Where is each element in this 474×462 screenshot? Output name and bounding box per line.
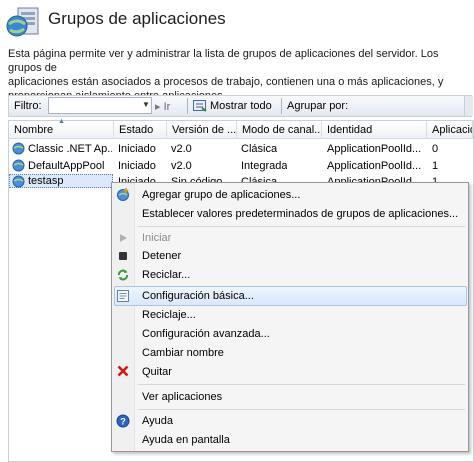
menu-item-rename[interactable]: Cambiar nombre bbox=[142, 345, 224, 361]
column-header-version[interactable]: Versión de ... bbox=[167, 121, 237, 139]
menu-separator bbox=[138, 409, 465, 410]
menu-item-help[interactable]: Ayuda bbox=[142, 413, 173, 429]
page-title: Grupos de aplicaciones bbox=[48, 9, 226, 28]
row-version: v2.0 bbox=[171, 143, 192, 155]
go-arrow-icon: ▸ bbox=[155, 101, 161, 113]
menu-separator bbox=[138, 384, 465, 385]
show-all-button[interactable]: Mostrar todo bbox=[193, 97, 272, 115]
column-header-modo[interactable]: Modo de canal... bbox=[237, 121, 322, 139]
context-menu-icon-gutter bbox=[112, 183, 135, 451]
show-all-label: Mostrar todo bbox=[210, 100, 272, 112]
row-identity: ApplicationPoolId... bbox=[327, 176, 422, 182]
row-identity: ApplicationPoolId... bbox=[327, 160, 422, 172]
row-status: Iniciado bbox=[118, 176, 156, 182]
column-header-aplicaciones[interactable]: Aplicaciones bbox=[427, 121, 473, 139]
add-pool-icon bbox=[117, 188, 129, 201]
filter-label: Filtro: bbox=[14, 100, 42, 112]
recycle-icon bbox=[118, 269, 128, 281]
row-apps-count: 1 bbox=[432, 160, 439, 172]
remove-x-icon bbox=[117, 365, 129, 377]
column-header-identidad[interactable]: Identidad bbox=[322, 121, 427, 139]
row-mode: Clásica bbox=[241, 143, 278, 155]
description-line: Esta página permite ver y administrar la… bbox=[8, 48, 439, 74]
row-apps-count: 1 bbox=[432, 176, 439, 182]
column-header-estado[interactable]: Estado bbox=[114, 121, 167, 139]
menu-item-advanced-settings[interactable]: Configuración avanzada... bbox=[142, 326, 270, 342]
menu-separator bbox=[138, 226, 465, 227]
menu-item-online-help[interactable]: Ayuda en pantalla bbox=[142, 432, 230, 448]
row-name[interactable]: testasp bbox=[28, 174, 108, 188]
app-pool-icon bbox=[12, 159, 25, 172]
menu-item-basic-settings[interactable]: Configuración básica... bbox=[142, 288, 254, 304]
row-version: v2.0 bbox=[171, 160, 192, 172]
menu-item-start[interactable]: Iniciar bbox=[142, 230, 171, 246]
menu-item-stop[interactable]: Detener bbox=[142, 248, 181, 264]
menu-item-set-defaults[interactable]: Establecer valores predeterminados de gr… bbox=[142, 206, 458, 222]
row-mode: Clásica bbox=[241, 176, 278, 182]
row-status: Iniciado bbox=[118, 143, 156, 155]
row-version: Sin código... bbox=[171, 176, 232, 182]
row-apps-count: 0 bbox=[432, 143, 439, 155]
toolbar-overflow[interactable] bbox=[464, 96, 473, 116]
row-mode: Integrada bbox=[241, 160, 288, 172]
filter-input[interactable] bbox=[48, 97, 152, 114]
play-icon bbox=[120, 234, 127, 242]
help-icon: ? bbox=[116, 414, 130, 428]
row-identity: ApplicationPoolId... bbox=[327, 143, 422, 155]
go-button[interactable]: ▸ Ir bbox=[155, 100, 170, 113]
toolbar-separator bbox=[281, 98, 282, 114]
go-label: Ir bbox=[163, 101, 171, 113]
toolbar-separator bbox=[187, 98, 188, 114]
description-line: aplicaciones están asociados a procesos … bbox=[8, 76, 444, 88]
menu-item-recycling[interactable]: Reciclaje... bbox=[142, 307, 196, 323]
menu-item-recycle[interactable]: Reciclar... bbox=[142, 267, 190, 283]
app-pool-icon bbox=[12, 142, 25, 155]
row-status: Iniciado bbox=[118, 160, 156, 172]
show-all-icon bbox=[193, 100, 207, 112]
application-pools-icon bbox=[6, 7, 39, 37]
filter-dropdown-icon[interactable]: ▼ bbox=[140, 98, 152, 112]
settings-page-icon bbox=[117, 290, 129, 302]
sort-ascending-icon: ▲ bbox=[58, 118, 65, 125]
menu-item-remove[interactable]: Quitar bbox=[142, 364, 172, 380]
menu-item-add-pool[interactable]: Agregar grupo de aplicaciones... bbox=[142, 187, 300, 203]
svg-text:?: ? bbox=[120, 417, 126, 427]
row-name[interactable]: Classic .NET Ap... bbox=[28, 142, 112, 156]
menu-item-view-applications[interactable]: Ver aplicaciones bbox=[142, 389, 222, 405]
app-pool-icon bbox=[12, 175, 25, 188]
group-by-label[interactable]: Agrupar por: bbox=[287, 100, 348, 112]
stop-icon bbox=[119, 252, 127, 260]
row-name[interactable]: DefaultAppPool bbox=[28, 159, 112, 173]
